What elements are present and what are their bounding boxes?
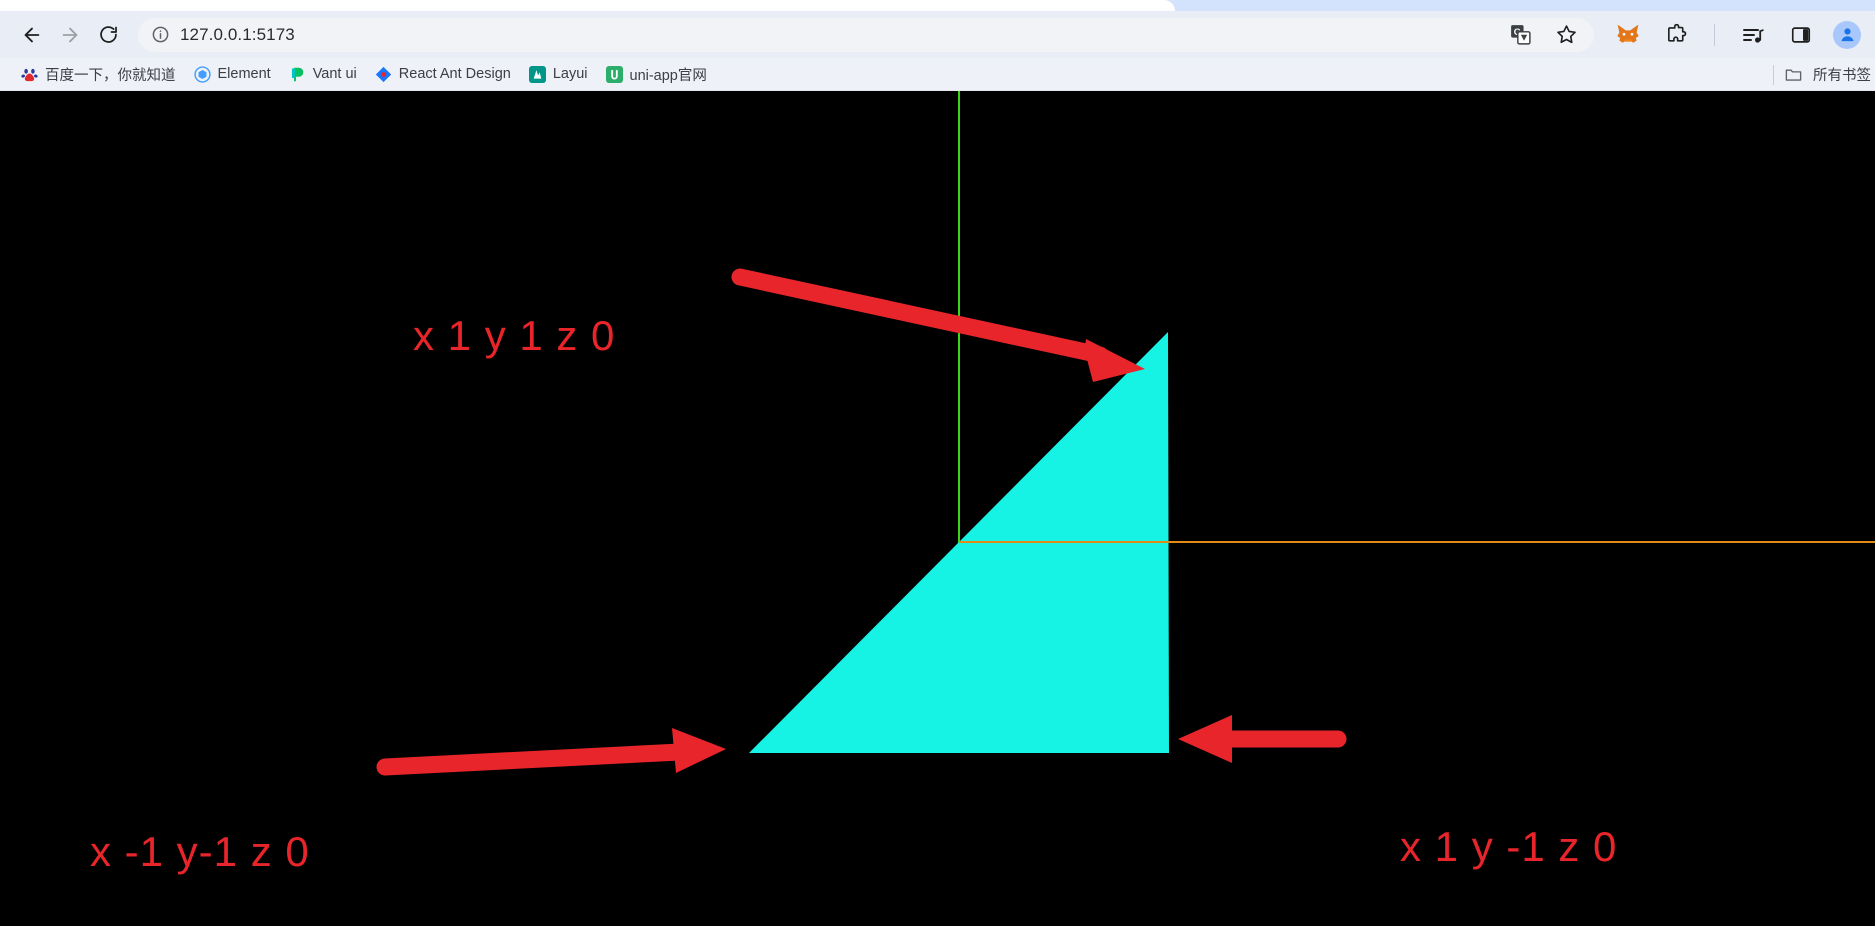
back-button[interactable] bbox=[14, 17, 50, 53]
bookmark-label: Vant ui bbox=[312, 66, 357, 82]
profile-avatar-icon[interactable] bbox=[1833, 20, 1861, 49]
annotation-top-left: x 1 y 1 z 0 bbox=[413, 312, 616, 359]
all-bookmarks-button[interactable]: 所有书签 bbox=[1773, 58, 1875, 91]
browser-window: 127.0.0.1:5173 G 百度一下，你就知道 Element Vant … bbox=[0, 0, 1875, 926]
extensions-puzzle-icon[interactable] bbox=[1660, 19, 1692, 51]
all-bookmarks-label: 所有书签 bbox=[1813, 68, 1871, 84]
bookmark-label: uni-app官网 bbox=[629, 67, 707, 84]
bookmark-element[interactable]: Element bbox=[185, 63, 280, 86]
arrow-to-bottom-right-vertex bbox=[1178, 715, 1347, 763]
reload-button[interactable] bbox=[90, 17, 126, 53]
bookmark-baidu[interactable]: 百度一下，你就知道 bbox=[12, 61, 185, 88]
bookmarks-bar: 百度一下，你就知道 Element Vant ui React Ant Desi… bbox=[0, 58, 1875, 91]
bookmark-vant-ui[interactable]: Vant ui bbox=[280, 63, 366, 86]
metamask-extension-icon[interactable] bbox=[1612, 19, 1644, 51]
bookmark-react-ant-design[interactable]: React Ant Design bbox=[366, 63, 520, 86]
browser-toolbar: 127.0.0.1:5173 G bbox=[0, 11, 1875, 58]
side-panel-icon[interactable] bbox=[1785, 19, 1817, 51]
info-circle-icon[interactable] bbox=[150, 25, 170, 45]
uniapp-icon bbox=[605, 65, 623, 83]
bookmark-uniapp[interactable]: uni-app官网 bbox=[597, 61, 716, 88]
active-tab[interactable] bbox=[0, 0, 1175, 11]
tab-strip bbox=[0, 0, 1875, 11]
annotation-bottom-right: x 1 y -1 z 0 bbox=[1400, 823, 1618, 870]
annotation-bottom-left: x -1 y-1 z 0 bbox=[90, 828, 310, 875]
toolbar-icon-group bbox=[1604, 19, 1861, 51]
vant-icon bbox=[289, 66, 306, 83]
toolbar-divider bbox=[1714, 23, 1715, 46]
bookmark-layui[interactable]: Layui bbox=[520, 63, 597, 86]
forward-button[interactable] bbox=[52, 17, 88, 53]
layui-icon bbox=[528, 65, 546, 83]
bookmark-label: React Ant Design bbox=[398, 66, 511, 82]
star-icon[interactable] bbox=[1550, 19, 1582, 51]
element-icon bbox=[193, 65, 211, 83]
baidu-icon bbox=[21, 66, 38, 83]
antdesign-icon bbox=[375, 66, 392, 83]
bookmark-label: 百度一下，你就知道 bbox=[45, 67, 176, 84]
media-controls-icon[interactable] bbox=[1737, 19, 1769, 51]
page-viewport: x 1 y 1 z 0 x -1 y-1 z 0 x 1 y -1 z 0 CS… bbox=[0, 91, 1875, 926]
folder-icon bbox=[1784, 65, 1803, 84]
url-text[interactable]: 127.0.0.1:5173 bbox=[180, 25, 295, 45]
bookmark-label: Element bbox=[217, 66, 271, 82]
webgl-canvas[interactable] bbox=[0, 91, 1875, 926]
bookmarks-divider bbox=[1773, 64, 1774, 85]
bookmark-label: Layui bbox=[552, 66, 588, 82]
arrow-to-top-vertex bbox=[731, 268, 1145, 382]
arrow-to-bottom-left-vertex bbox=[376, 728, 726, 776]
translate-icon[interactable]: G bbox=[1504, 19, 1536, 51]
address-bar[interactable]: 127.0.0.1:5173 G bbox=[138, 17, 1594, 52]
